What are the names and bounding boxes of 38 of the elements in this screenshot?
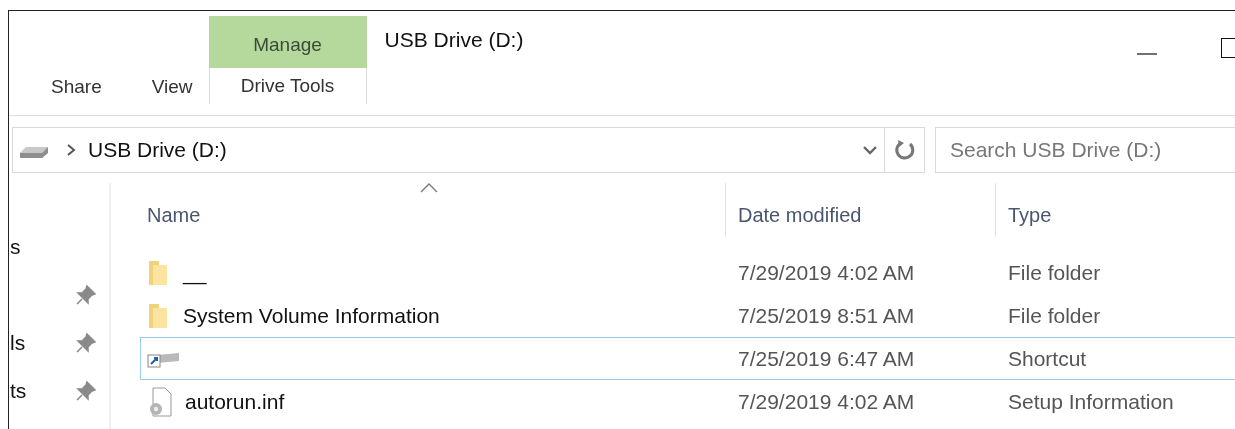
chevron-down-icon[interactable] (862, 145, 878, 155)
pin-icon[interactable] (75, 380, 97, 402)
column-header[interactable]: Type (995, 183, 1235, 237)
column-header[interactable]: Name (140, 183, 725, 237)
chevron-right-icon[interactable] (66, 143, 76, 157)
file-type: Setup Information (1008, 389, 1174, 414)
date-modified: 7/29/2019 4:02 AM (738, 389, 915, 414)
hovered-file-row[interactable]: 7/25/2019 6:47 AM Shortcut (140, 337, 1235, 380)
window-title: USB Drive (D:) (384, 28, 525, 52)
contextual-tab-group: Manage (208, 16, 367, 68)
date-modified: 7/25/2019 8:51 AM (738, 303, 915, 328)
ribbon-tab[interactable]: Share (42, 69, 111, 105)
refresh-icon[interactable] (892, 138, 917, 162)
file-name: System Volume Information (183, 303, 440, 328)
pin-icon[interactable] (75, 284, 97, 306)
ribbon-tab[interactable]: Drive Tools (208, 68, 367, 104)
file-name: __ (183, 260, 207, 285)
file-row[interactable]: __ 7/29/2019 4:02 AM File folder (140, 251, 1235, 294)
pin-icon[interactable] (75, 332, 97, 354)
drive-icon (18, 145, 50, 159)
file-row[interactable]: autorun.inf 7/29/2019 4:02 AM Setup Information (140, 380, 1235, 423)
file-name: autorun.inf (185, 389, 285, 414)
file-row[interactable]: System Volume Information 7/25/2019 8:51 AM File folder (140, 294, 1235, 337)
maximize-icon[interactable] (1221, 38, 1235, 58)
file-type: File folder (1008, 303, 1101, 328)
column-header[interactable]: Date modified (725, 183, 995, 237)
file-type: Shortcut (1008, 346, 1087, 371)
search-field[interactable]: Search USB Drive (D:) (935, 127, 1235, 173)
file-type: File folder (1008, 260, 1101, 285)
settings-file-icon (147, 386, 173, 417)
nav-item[interactable]: s (10, 235, 21, 259)
nav-item[interactable]: ls (10, 331, 26, 355)
date-modified: 7/29/2019 4:02 AM (738, 260, 915, 285)
address-bar[interactable]: USB Drive (D:) (12, 127, 925, 173)
nav-item[interactable]: ts (10, 379, 27, 403)
date-modified: 7/25/2019 6:47 AM (738, 346, 915, 371)
ribbon-tab[interactable]: View (142, 69, 202, 105)
breadcrumb[interactable]: USB Drive (D:) (88, 138, 856, 162)
